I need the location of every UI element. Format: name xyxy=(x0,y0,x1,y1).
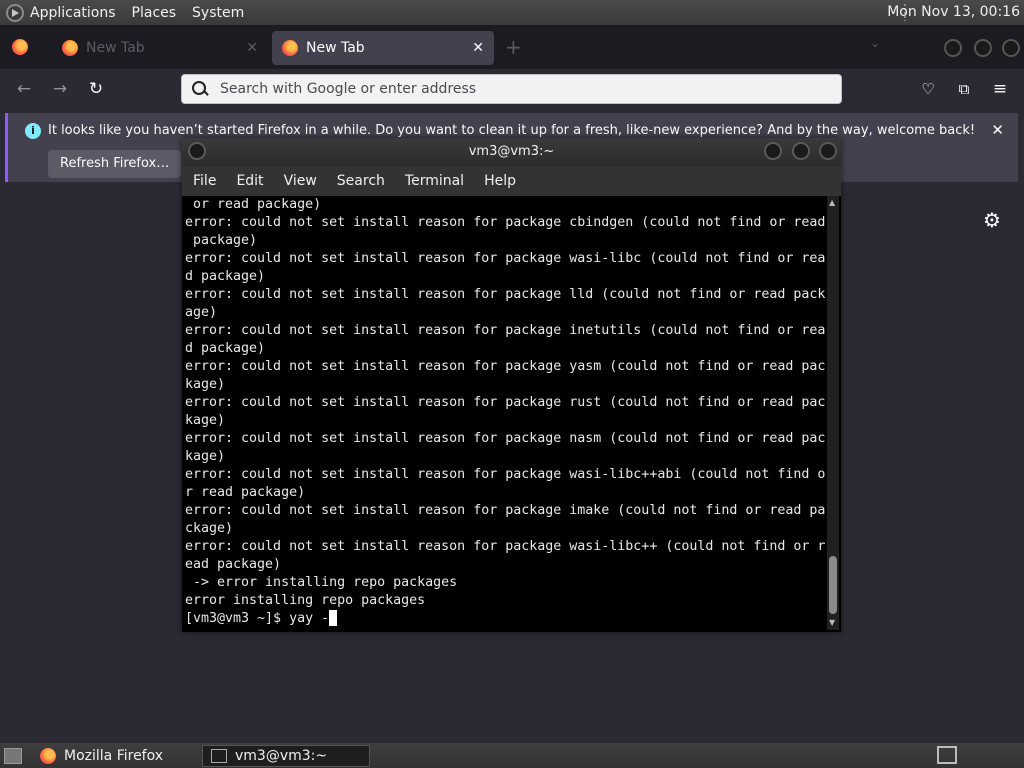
terminal-line: error: could not set install reason for … xyxy=(185,467,825,482)
scroll-up-arrow-icon[interactable]: ▲ xyxy=(829,198,835,207)
menu-hamburger-icon[interactable]: ≡ xyxy=(990,79,1010,99)
text-cursor xyxy=(329,610,338,626)
terminal-line: error: could not set install reason for … xyxy=(185,503,825,518)
terminal-line: error: could not set install reason for … xyxy=(185,215,825,230)
scroll-down-arrow-icon[interactable]: ▼ xyxy=(829,618,835,627)
workspace-switcher[interactable] xyxy=(937,746,957,764)
terminal-line: error: could not set install reason for … xyxy=(185,287,825,302)
terminal-titlebar[interactable]: vm3@vm3:~ xyxy=(182,138,841,166)
terminal-menu-search[interactable]: Search xyxy=(337,173,385,189)
window-minimize-button[interactable] xyxy=(944,39,962,57)
taskbar-item-firefox[interactable]: Mozilla Firefox xyxy=(32,745,198,767)
terminal-line: age) xyxy=(185,305,218,320)
tab-label: New Tab xyxy=(86,40,145,56)
terminal-line: kage) xyxy=(185,413,226,428)
terminal-line: kage) xyxy=(185,377,226,392)
refresh-firefox-button[interactable]: Refresh Firefox… xyxy=(48,150,182,178)
terminal-prompt-line[interactable]: [vm3@vm3 ~]$ yay - xyxy=(185,610,825,628)
terminal-line: -> error installing repo packages xyxy=(185,575,458,590)
list-tabs-chevron-icon[interactable]: ⌄ xyxy=(870,36,880,50)
back-arrow-icon[interactable]: ← xyxy=(14,79,34,99)
system-logo-icon[interactable] xyxy=(6,3,24,22)
terminal-line: package) xyxy=(185,233,258,248)
info-icon: i xyxy=(25,123,41,139)
terminal-line: error: could not set install reason for … xyxy=(185,431,825,446)
terminal-output[interactable]: or read package) error: could not set in… xyxy=(185,196,825,630)
reload-icon[interactable]: ↻ xyxy=(86,79,106,99)
url-input[interactable] xyxy=(218,80,841,98)
taskbar-label: vm3@vm3:~ xyxy=(235,748,328,764)
extensions-icon[interactable]: ⧉ xyxy=(954,79,974,99)
firefox-icon xyxy=(62,40,78,56)
terminal-line: d package) xyxy=(185,341,266,356)
terminal-window: vm3@vm3:~ File Edit View Search Terminal… xyxy=(182,138,841,632)
terminal-menu-edit[interactable]: Edit xyxy=(236,173,263,189)
clock[interactable]: Mon Nov 13, 00:16 xyxy=(887,4,1020,20)
show-desktop-icon[interactable] xyxy=(4,748,22,764)
terminal-close-button[interactable] xyxy=(819,142,837,160)
gear-icon[interactable]: ⚙ xyxy=(983,208,1001,232)
forward-arrow-icon[interactable]: → xyxy=(50,79,70,99)
window-close-button[interactable] xyxy=(1002,39,1020,57)
terminal-line: error: could not set install reason for … xyxy=(185,395,825,410)
terminal-menu-view[interactable]: View xyxy=(284,173,317,189)
terminal-icon xyxy=(211,749,227,763)
terminal-line: error: could not set install reason for … xyxy=(185,359,825,374)
terminal-menubar: File Edit View Search Terminal Help xyxy=(182,166,841,196)
close-notification-icon[interactable]: ✕ xyxy=(991,121,1004,139)
terminal-line: or read package) xyxy=(185,197,322,212)
terminal-menu-file[interactable]: File xyxy=(193,173,216,189)
window-maximize-button[interactable] xyxy=(974,39,992,57)
close-tab-icon[interactable]: ✕ xyxy=(472,40,484,56)
terminal-scrollbar[interactable]: ▲ ▼ xyxy=(827,196,839,630)
firefox-icon xyxy=(40,748,56,764)
notification-message: It looks like you haven’t started Firefo… xyxy=(48,123,976,138)
firefox-view-icon[interactable] xyxy=(12,39,28,55)
terminal-title: vm3@vm3:~ xyxy=(468,144,555,159)
terminal-minimize-button[interactable] xyxy=(764,142,782,160)
terminal-menu-terminal[interactable]: Terminal xyxy=(405,173,464,189)
terminal-prompt: [vm3@vm3 ~]$ yay - xyxy=(185,611,330,626)
menu-system[interactable]: System xyxy=(192,5,244,21)
terminal-line: ckage) xyxy=(185,521,234,536)
scrollbar-thumb[interactable] xyxy=(829,556,837,614)
close-tab-icon[interactable]: ✕ xyxy=(246,40,258,56)
bottom-panel: Mozilla Firefox vm3@vm3:~ xyxy=(0,743,1024,768)
terminal-line: kage) xyxy=(185,449,226,464)
top-panel: Applications Places System Mon Nov 13, 0… xyxy=(0,0,1024,25)
terminal-maximize-button[interactable] xyxy=(792,142,810,160)
tab-label: New Tab xyxy=(306,40,365,56)
terminal-line: error: could not set install reason for … xyxy=(185,323,825,338)
menu-applications[interactable]: Applications xyxy=(30,5,116,21)
taskbar-label: Mozilla Firefox xyxy=(64,748,164,764)
pocket-icon[interactable]: ♡ xyxy=(918,79,938,99)
tab-new-tab-2[interactable]: New Tab ✕ xyxy=(272,31,494,65)
terminal-menu-help[interactable]: Help xyxy=(484,173,516,189)
terminal-line: error: could not set install reason for … xyxy=(185,251,825,266)
terminal-line: error installing repo packages xyxy=(185,593,426,608)
terminal-line: error: could not set install reason for … xyxy=(185,539,825,554)
terminal-line: ead package) xyxy=(185,557,282,572)
tab-new-tab-1[interactable]: New Tab ✕ xyxy=(52,31,268,65)
terminal-line: r read package) xyxy=(185,485,306,500)
taskbar-item-terminal[interactable]: vm3@vm3:~ xyxy=(202,745,370,767)
address-bar[interactable] xyxy=(181,74,842,104)
terminal-line: d package) xyxy=(185,269,266,284)
search-icon xyxy=(192,81,208,97)
menu-places[interactable]: Places xyxy=(132,5,177,21)
firefox-icon xyxy=(282,40,298,56)
new-tab-plus-icon[interactable]: + xyxy=(505,35,522,59)
